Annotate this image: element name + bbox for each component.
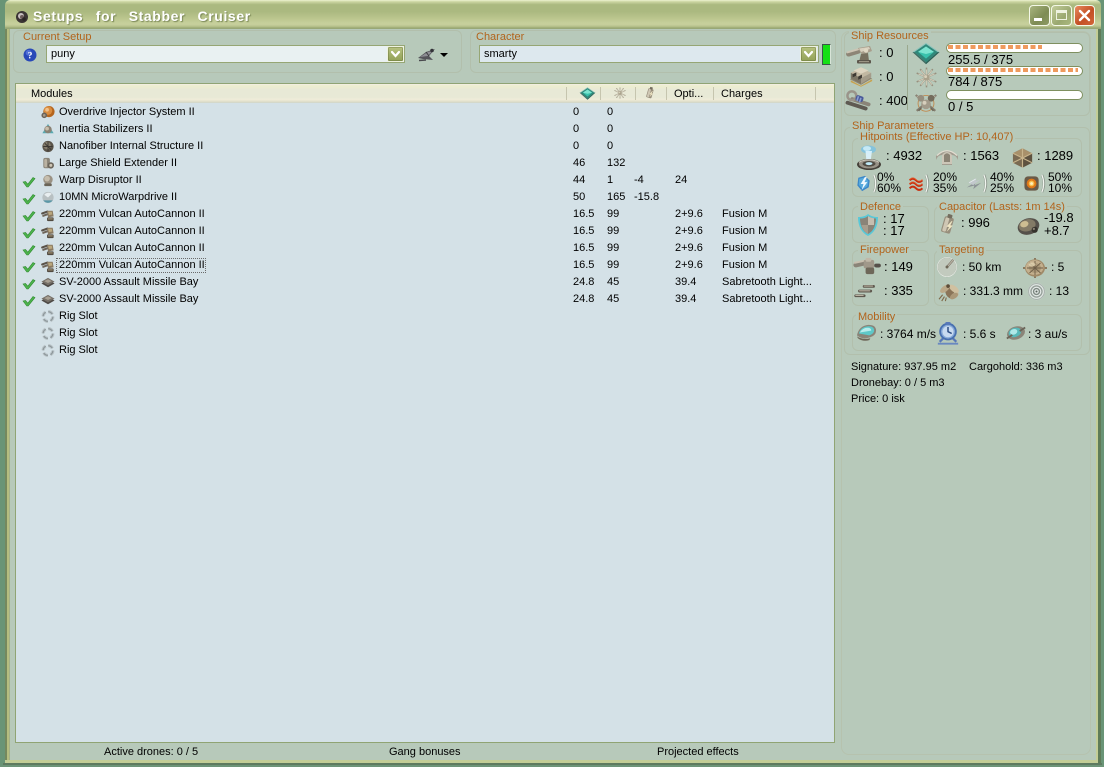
svg-text:?: ?	[28, 51, 33, 62]
